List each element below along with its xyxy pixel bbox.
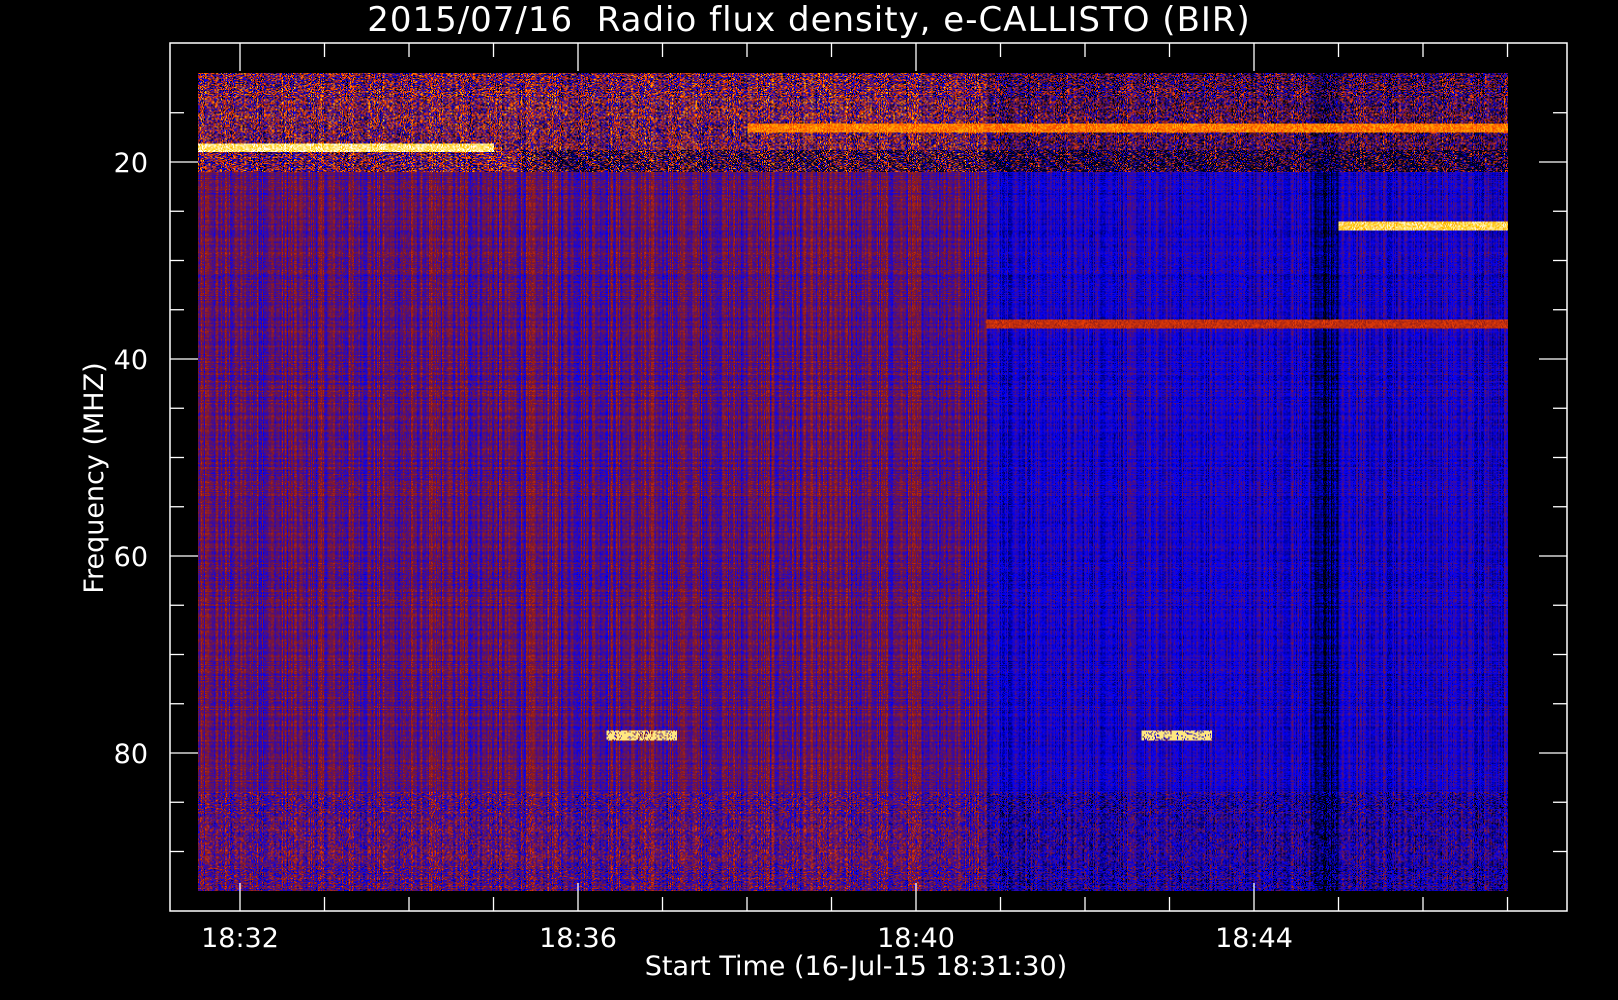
x-tick-label: 18:32 [201,923,279,954]
y-axis-label: Frequency (MHZ) [79,362,110,593]
y-tick-label: 20 [114,148,148,179]
chart-stage: 2015/07/16 Radio flux density, e-CALLIST… [0,0,1618,1000]
y-tick-label: 80 [114,739,148,770]
y-ticks: 20 40 60 80 [114,112,1567,853]
x-tick-label: 18:36 [539,923,617,954]
x-axis-label: Start Time (16-Jul-15 18:31:30) [645,951,1067,982]
y-tick-label: 60 [114,542,148,573]
chart-axes: 20 40 60 80 18:32 18:36 18:40 18:44 Start Time… [79,42,1568,982]
x-ticks: 18:32 18:36 18:40 18:44 [201,43,1509,954]
plot-frame [169,42,1568,912]
x-tick-label: 18:44 [1215,923,1293,954]
x-tick-label: 18:40 [877,923,955,954]
y-tick-label: 40 [114,345,148,376]
